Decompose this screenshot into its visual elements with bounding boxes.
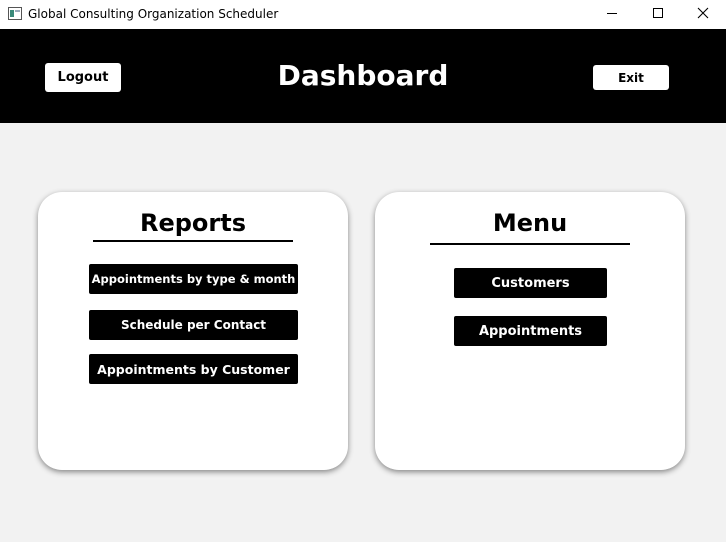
maximize-icon [652, 6, 664, 24]
reports-divider [93, 240, 293, 242]
customers-button[interactable]: Customers [454, 268, 607, 298]
maximize-button[interactable] [635, 0, 681, 29]
exit-button[interactable]: Exit [593, 65, 669, 90]
appointments-by-type-month-button[interactable]: Appointments by type & month [89, 264, 298, 294]
menu-title: Menu [492, 209, 568, 237]
close-button[interactable] [680, 0, 726, 29]
window-titlebar: Global Consulting Organization Scheduler [0, 0, 726, 29]
close-icon [697, 6, 709, 24]
menu-panel: Menu Customers Appointments [375, 192, 685, 470]
minimize-button[interactable] [589, 0, 635, 29]
window-title: Global Consulting Organization Scheduler [28, 7, 279, 21]
appointments-by-customer-button[interactable]: Appointments by Customer [89, 354, 298, 384]
reports-panel: Reports Appointments by type & month Sch… [38, 192, 348, 470]
appointments-button[interactable]: Appointments [454, 316, 607, 346]
reports-title: Reports [139, 209, 247, 237]
schedule-per-contact-button[interactable]: Schedule per Contact [89, 310, 298, 340]
minimize-icon [606, 6, 618, 24]
menu-divider [430, 243, 630, 245]
dashboard-header: Logout Dashboard Exit [0, 29, 726, 123]
app-window-icon [8, 7, 22, 20]
